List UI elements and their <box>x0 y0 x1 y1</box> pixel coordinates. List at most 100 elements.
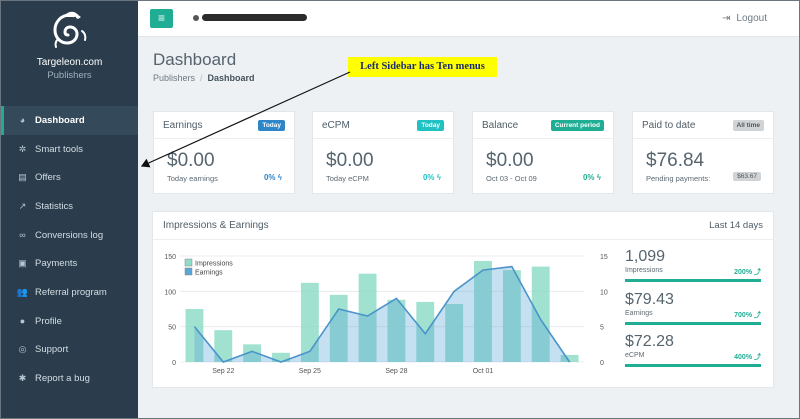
user-icon <box>193 14 199 21</box>
chart-icon: ↗ <box>18 200 27 211</box>
card-percent: 0% ϟ <box>423 173 441 182</box>
metric-progress-bar <box>625 279 761 282</box>
card-percent: 0% ϟ <box>583 173 601 182</box>
ecpm-card: eCPM Today $0.00 Today eCPM 0% ϟ <box>312 111 454 194</box>
gears-icon: ✲ <box>18 143 27 154</box>
card-subtitle: Today earnings <box>167 174 218 183</box>
metric-progress-bar <box>625 364 761 367</box>
metric-progress-bar <box>625 322 761 325</box>
user-icon: ● <box>19 316 26 327</box>
sidebar-item-label: Support <box>35 344 69 356</box>
impressions-metric: 1,099 Impressions 200% ⤴ <box>625 248 761 282</box>
lifebuoy-icon: ◎ <box>18 344 27 355</box>
metric-percent-value: 200% <box>734 269 753 276</box>
metric-label: eCPM <box>625 352 645 359</box>
user-name[interactable] <box>193 14 307 21</box>
y-right-tick-label: 0 <box>600 360 604 367</box>
breadcrumb-current: Dashboard <box>207 73 255 83</box>
sidebar-item-report-a-bug[interactable]: ✱ Report a bug <box>1 364 138 393</box>
legend-swatch-earnings <box>184 267 193 276</box>
card-value: $0.00 <box>326 150 374 171</box>
panel-title: Impressions & Earnings <box>163 220 269 231</box>
x-tick-label: Sep 22 <box>212 368 234 375</box>
metric-value: $79.43 <box>625 291 674 308</box>
link-icon: ∞ <box>19 230 26 241</box>
card-value: $76.84 <box>646 150 705 171</box>
money-icon: ▣ <box>18 258 27 269</box>
level-up-icon: ⤴ <box>754 312 761 319</box>
logout-label: Logout <box>736 13 767 24</box>
hamburger-icon: ≡ <box>157 11 165 25</box>
earnings-card: Earnings Today $0.00 Today earnings 0% ϟ <box>153 111 295 194</box>
sidebar-item-label: Profile <box>35 315 62 327</box>
sidebar-item-payments[interactable]: ▣ Payments <box>1 249 138 278</box>
sidebar-item-label: Smart tools <box>35 143 84 155</box>
sidebar-item-label: Dashboard <box>35 114 85 126</box>
page-title: Dashboard <box>153 50 237 69</box>
x-tick-label: Sep 28 <box>385 368 407 375</box>
sidebar-item-statistics[interactable]: ↗ Statistics <box>1 192 138 221</box>
brand-name: Targeleon.com <box>36 57 103 68</box>
sign-out-icon: ⇥ <box>722 13 731 24</box>
metric-percent: 700% ⤴ <box>734 310 761 320</box>
annotation-callout: Left Sidebar has Ten menus <box>348 57 497 77</box>
metric-percent: 200% ⤴ <box>734 267 761 277</box>
card-title: Paid to date <box>642 119 696 131</box>
bug-icon: ✱ <box>18 373 27 384</box>
sidebar-item-label: Report a bug <box>35 373 90 385</box>
sidebar-item-conversions-log[interactable]: ∞ Conversions log <box>1 221 138 250</box>
menu-toggle-button[interactable]: ≡ <box>150 9 173 28</box>
breadcrumb-separator: / <box>200 73 203 83</box>
card-title: Earnings <box>163 119 203 131</box>
card-badge: Today <box>417 119 444 131</box>
sidebar-item-label: Referral program <box>35 286 107 298</box>
dashboard-icon: ◕ <box>19 115 26 126</box>
card-title: eCPM <box>322 119 350 131</box>
card-title: Balance <box>482 119 519 131</box>
y-right-tick-label: 10 <box>600 289 608 296</box>
card-percent-value: 0% <box>422 173 435 182</box>
card-percent-value: 0% <box>582 173 595 182</box>
ecpm-metric: $72.28 eCPM 400% ⤴ <box>625 333 761 367</box>
earnings-metric: $79.43 Earnings 700% ⤴ <box>625 291 761 325</box>
card-value: $0.00 <box>167 150 215 171</box>
y-left-tick-label: 50 <box>168 325 176 332</box>
sidebar-item-referral-program[interactable]: 👥 Referral program <box>1 278 138 307</box>
top-bar: ≡ ⇥ Logout <box>138 1 799 37</box>
card-badge: Current period <box>550 119 604 131</box>
list-icon: ▤ <box>18 172 27 183</box>
breadcrumb-parent[interactable]: Publishers <box>153 73 195 83</box>
brand: Targeleon.com Publishers <box>1 9 138 104</box>
metric-percent-value: 400% <box>734 354 753 361</box>
level-up-icon: ⤴ <box>754 354 761 361</box>
sidebar-item-offers[interactable]: ▤ Offers <box>1 163 138 192</box>
card-subtitle: Oct 03 - Oct 09 <box>486 174 537 183</box>
chameleon-logo-icon[interactable] <box>48 9 92 53</box>
metric-label: Impressions <box>625 267 663 274</box>
sidebar-item-dashboard[interactable]: ◕ Dashboard <box>1 106 138 135</box>
balance-card: Balance Current period $0.00 Oct 03 - Oct… <box>472 111 614 194</box>
y-left-tick-label: 100 <box>164 289 176 296</box>
card-subtitle: Today eCPM <box>326 174 369 183</box>
card-badge: All time <box>732 119 764 131</box>
sidebar-menu: ◕ Dashboard ✲ Smart tools ▤ Offers ↗ Sta… <box>1 106 138 393</box>
card-badge: Today <box>258 119 285 131</box>
sidebar-item-smart-tools[interactable]: ✲ Smart tools <box>1 135 138 164</box>
sidebar-item-label: Offers <box>35 172 61 184</box>
card-subtitle: Pending payments: <box>646 174 711 183</box>
card-percent: 0% ϟ <box>264 173 282 182</box>
logout-button[interactable]: ⇥ Logout <box>722 13 767 24</box>
legend-label-impressions: Impressions <box>195 261 233 268</box>
x-tick-label: Oct 01 <box>473 368 494 375</box>
brand-subtitle: Publishers <box>47 70 92 81</box>
y-right-tick-label: 15 <box>600 254 608 261</box>
legend-swatch-impressions <box>184 258 193 267</box>
y-left-tick-label: 0 <box>172 360 176 367</box>
sidebar-item-support[interactable]: ◎ Support <box>1 336 138 365</box>
sidebar-item-profile[interactable]: ● Profile <box>1 307 138 336</box>
impressions-earnings-chart: 0 50 100 150 0 5 10 15 Sep 22 Sep 25 Sep 28 Oct 01 I… <box>164 254 608 375</box>
metric-value: 1,099 <box>625 248 666 265</box>
bolt-icon: ϟ <box>596 173 601 182</box>
paid-to-date-card: Paid to date All time $76.84 Pending paym… <box>632 111 774 194</box>
card-percent-value: 0% <box>263 173 276 182</box>
